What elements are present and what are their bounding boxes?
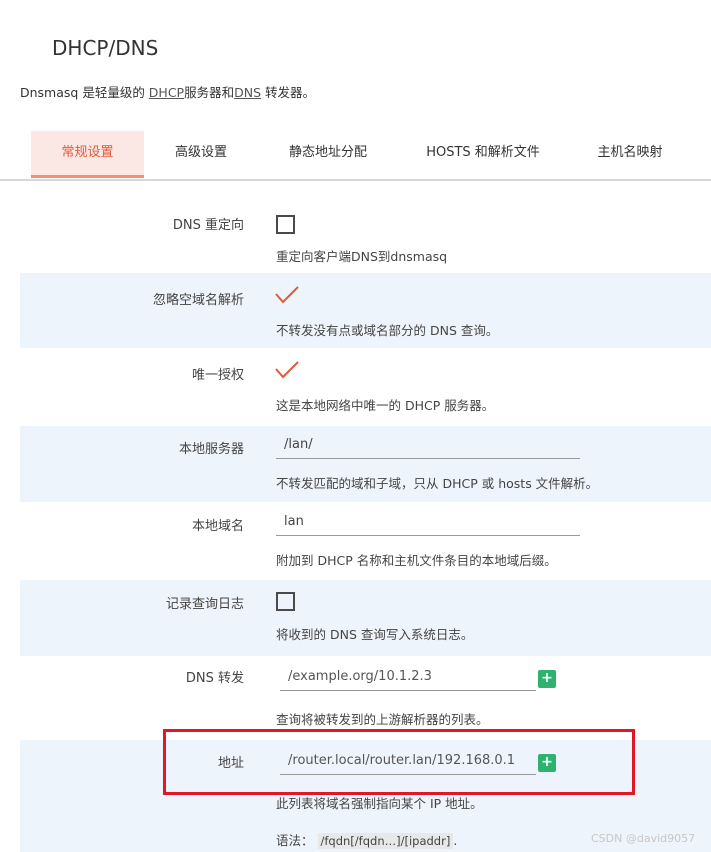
- address-syntax: 语法： /fqdn[/fqdn…]/[ipaddr].: [276, 830, 457, 849]
- checkmark-icon: [275, 361, 299, 379]
- row-ignore-empty-domain: 忽略空域名解析 不转发没有点或域名部分的 DNS 查询。: [20, 273, 711, 348]
- syntax-label: 语法：: [276, 833, 314, 848]
- page-description: Dnsmasq 是轻量级的 DHCP服务器和DNS 转发器。: [20, 82, 315, 101]
- description-mid: 服务器和: [184, 85, 235, 100]
- row-local-server: 本地服务器 不转发匹配的域和子域，只从 DHCP 或 hosts 文件解析。: [20, 426, 711, 502]
- row-log-queries: 记录查询日志 将收到的 DNS 查询写入系统日志。: [20, 580, 711, 656]
- ignore-empty-domain-label: 忽略空域名解析: [152, 293, 244, 308]
- page-title: DHCP/DNS: [52, 36, 159, 60]
- row-dns-forward: DNS 转发 + 查询将被转发到的上游解析器的列表。: [20, 657, 711, 739]
- syntax-end: .: [453, 833, 458, 848]
- dns-redirect-help: 重定向客户端DNS到dnsmasq: [276, 249, 448, 264]
- dns-forward-label: DNS 转发: [185, 671, 244, 686]
- ignore-empty-domain-checkbox[interactable]: [274, 285, 300, 305]
- tab-bar: 常规设置 高级设置 静态地址分配 HOSTS 和解析文件 主机名映射: [0, 131, 711, 181]
- address-add-button[interactable]: +: [538, 754, 556, 772]
- address-input[interactable]: [280, 747, 536, 775]
- local-domain-label: 本地域名: [191, 519, 244, 534]
- tab-general-settings[interactable]: 常规设置: [31, 131, 144, 178]
- dns-forward-add-button[interactable]: +: [538, 670, 556, 688]
- row-local-domain: 本地域名 附加到 DHCP 名称和主机文件条目的本地域后缀。: [20, 503, 711, 579]
- authoritative-label: 唯一授权: [191, 368, 244, 383]
- tab-hostname-mapping[interactable]: 主机名映射: [580, 131, 680, 177]
- row-authoritative: 唯一授权 这是本地网络中唯一的 DHCP 服务器。: [20, 349, 711, 425]
- tab-static-leases[interactable]: 静态地址分配: [270, 131, 386, 177]
- checkmark-icon: [275, 286, 299, 304]
- local-server-help: 不转发匹配的域和子域，只从 DHCP 或 hosts 文件解析。: [276, 476, 599, 491]
- log-queries-label: 记录查询日志: [165, 597, 244, 612]
- log-queries-help: 将收到的 DNS 查询写入系统日志。: [276, 627, 474, 642]
- row-dns-redirect: DNS 重定向 重定向客户端DNS到dnsmasq: [20, 196, 711, 272]
- log-queries-checkbox[interactable]: [276, 592, 295, 611]
- local-domain-help: 附加到 DHCP 名称和主机文件条目的本地域后缀。: [276, 553, 557, 568]
- authoritative-help: 这是本地网络中唯一的 DHCP 服务器。: [276, 398, 495, 413]
- syntax-code: /fqdn[/fqdn…]/[ipaddr]: [317, 833, 454, 849]
- tab-advanced-settings[interactable]: 高级设置: [150, 131, 252, 177]
- description-prefix: Dnsmasq 是轻量级的: [20, 85, 149, 100]
- dns-redirect-label: DNS 重定向: [172, 218, 244, 233]
- tab-hosts-resolv-files[interactable]: HOSTS 和解析文件: [410, 131, 556, 177]
- local-server-input[interactable]: [276, 431, 580, 459]
- local-domain-input[interactable]: [276, 508, 580, 536]
- authoritative-checkbox[interactable]: [274, 360, 300, 380]
- address-label: 地址: [217, 756, 244, 771]
- description-suffix: 转发器。: [261, 85, 316, 100]
- dns-forward-input[interactable]: [280, 663, 536, 691]
- watermark: CSDN @david9057: [591, 832, 696, 845]
- dns-redirect-checkbox[interactable]: [276, 215, 295, 234]
- address-help: 此列表将域名强制指向某个 IP 地址。: [276, 796, 483, 811]
- dns-link[interactable]: DNS: [234, 85, 261, 100]
- local-server-label: 本地服务器: [178, 442, 244, 457]
- dhcp-link[interactable]: DHCP: [149, 85, 184, 100]
- ignore-empty-domain-help: 不转发没有点或域名部分的 DNS 查询。: [276, 323, 499, 338]
- dns-forward-help: 查询将被转发到的上游解析器的列表。: [276, 712, 489, 727]
